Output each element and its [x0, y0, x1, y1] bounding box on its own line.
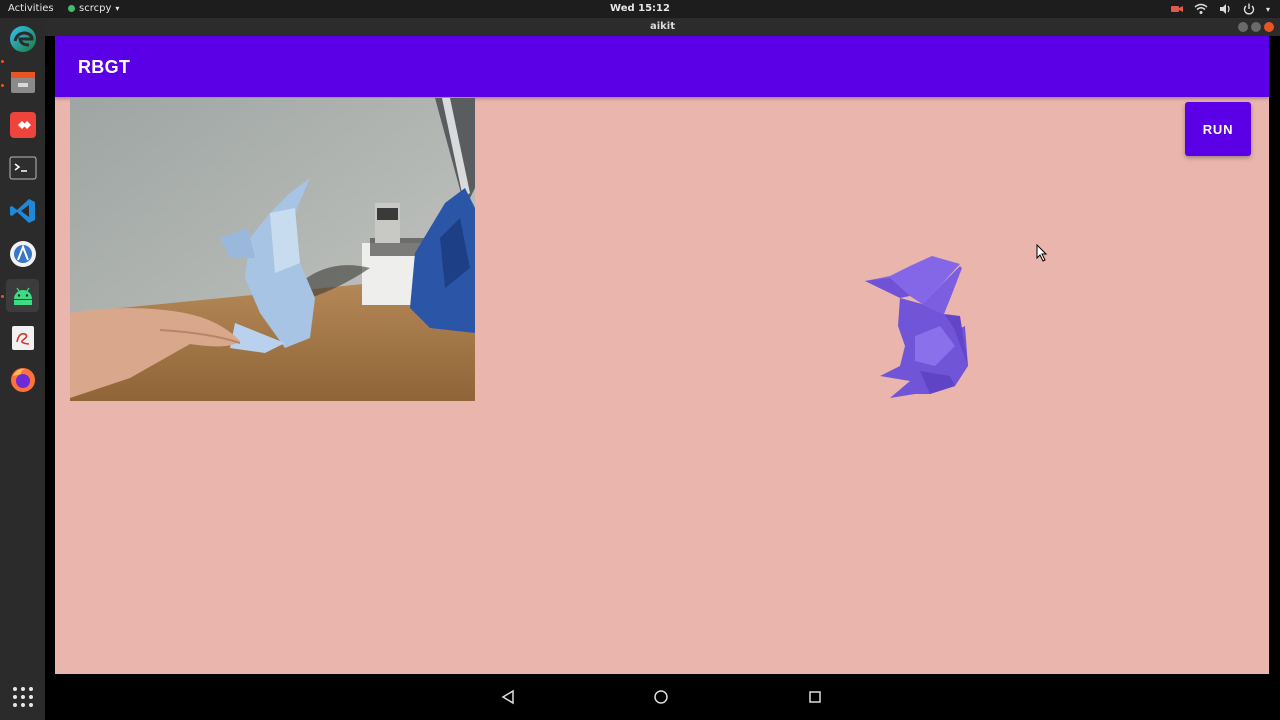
window-title-bar[interactable]: aikit — [45, 18, 1280, 36]
edge-icon — [9, 25, 36, 52]
close-button[interactable] — [1264, 22, 1274, 32]
firefox-launcher[interactable] — [6, 363, 39, 396]
vscode-launcher[interactable] — [6, 194, 39, 227]
window-title: aikit — [649, 21, 676, 32]
running-indicator — [1, 60, 4, 63]
power-icon[interactable] — [1242, 2, 1256, 16]
caret-down-icon: ▾ — [115, 4, 120, 13]
system-top-bar: Activities scrcpy ▾ Wed 15:12 ▾ — [0, 0, 1280, 18]
camera-preview — [70, 98, 475, 401]
chevron-down-icon[interactable]: ▾ — [1266, 5, 1270, 14]
android-studio-icon — [9, 240, 36, 267]
files-icon — [10, 71, 35, 93]
mouse-cursor-icon — [1036, 244, 1048, 262]
volume-icon[interactable] — [1218, 2, 1232, 16]
run-button[interactable]: RUN — [1185, 102, 1251, 156]
terminal-icon — [9, 156, 36, 179]
firefox-icon — [10, 367, 35, 392]
dock — [0, 18, 45, 720]
wifi-icon[interactable] — [1194, 2, 1208, 16]
app-menu[interactable]: scrcpy ▾ — [68, 3, 119, 14]
system-tray[interactable]: ▾ — [1170, 2, 1270, 16]
scrcpy-launcher[interactable] — [6, 279, 39, 312]
running-indicator — [1, 84, 4, 87]
android-nav-bar — [45, 674, 1280, 720]
clock[interactable]: Wed 15:12 — [610, 3, 670, 14]
back-icon — [501, 689, 514, 705]
files-launcher[interactable] — [6, 65, 39, 98]
recents-button[interactable] — [805, 687, 825, 707]
android-icon — [13, 287, 32, 305]
app-title: RBGT — [78, 57, 131, 77]
maximize-button[interactable] — [1251, 22, 1261, 32]
minimize-button[interactable] — [1238, 22, 1248, 32]
app-grid-icon — [12, 686, 33, 707]
anydesk-launcher[interactable] — [6, 108, 39, 141]
home-button[interactable] — [651, 687, 671, 707]
screen-record-icon[interactable] — [1170, 2, 1184, 16]
libreoffice-launcher[interactable] — [6, 321, 39, 354]
anydesk-icon — [9, 111, 36, 138]
rendered-rabbit-model — [865, 256, 968, 398]
app-indicator-icon — [68, 5, 75, 12]
camera-frame-image — [70, 98, 475, 401]
android-screen[interactable]: RBGT RUN — [55, 36, 1269, 674]
show-apps-button[interactable] — [6, 680, 39, 713]
terminal-launcher[interactable] — [6, 151, 39, 184]
app-bar: RBGT — [55, 36, 1269, 97]
window-border — [1269, 36, 1280, 674]
libreoffice-icon — [11, 325, 34, 350]
running-indicator — [1, 295, 4, 298]
edge-launcher[interactable] — [6, 22, 39, 55]
back-button[interactable] — [498, 687, 518, 707]
app-menu-label: scrcpy — [79, 3, 112, 14]
activities-button[interactable]: Activities — [8, 3, 54, 14]
vscode-icon — [9, 198, 35, 223]
recents-icon — [809, 691, 821, 703]
home-icon — [654, 690, 668, 704]
android-studio-launcher[interactable] — [6, 237, 39, 270]
